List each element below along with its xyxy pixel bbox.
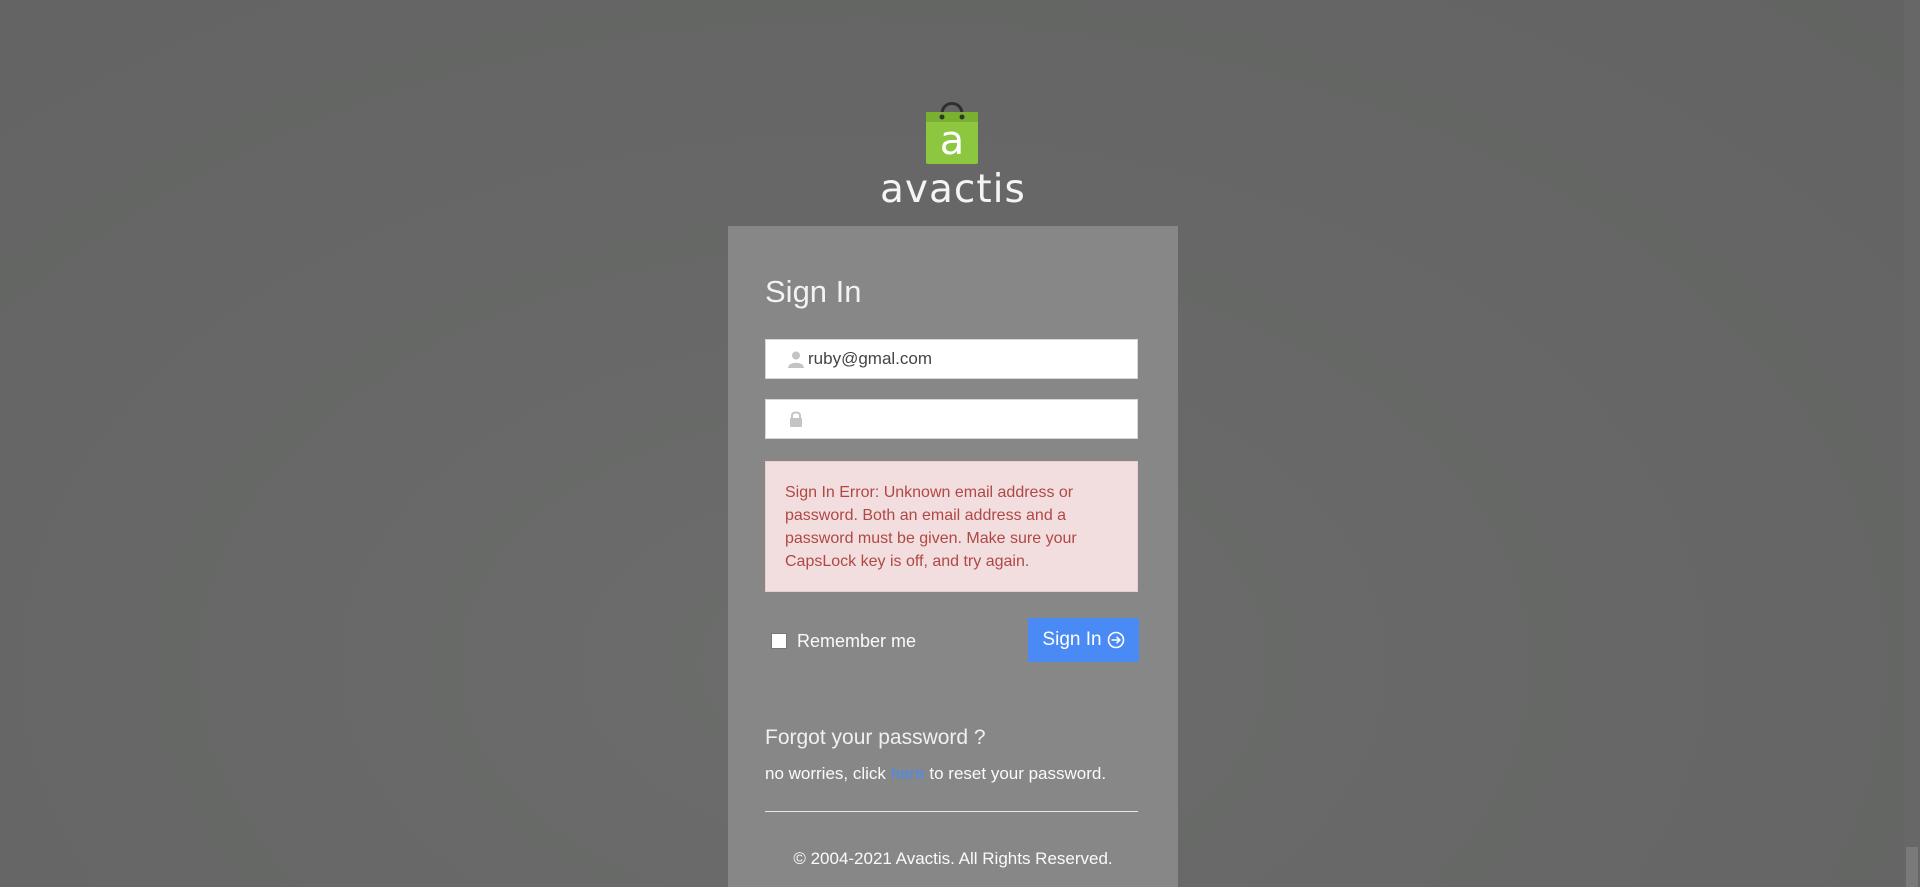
forgot-password-text: no worries, click here to reset your pas… [765,764,1106,784]
avactis-logo: a avactis [880,96,1026,212]
email-input[interactable] [808,340,1128,378]
sign-in-error-alert: Sign In Error: Unknown email address or … [765,461,1138,592]
divider [765,811,1138,812]
remember-me[interactable]: Remember me [771,629,916,653]
email-field[interactable] [765,339,1138,379]
shopping-bag-icon: a [926,102,978,164]
reset-password-link[interactable]: here [891,764,925,783]
logo-text: avactis [880,167,1026,212]
sign-in-button[interactable]: Sign In [1028,618,1139,662]
remember-me-label: Remember me [797,630,917,651]
svg-text:a: a [940,118,965,164]
password-field[interactable] [765,399,1138,439]
scrollbar-thumb[interactable] [1906,847,1918,887]
lock-icon [790,411,802,427]
arrow-circle-right-icon [1107,631,1124,649]
remember-me-checkbox[interactable] [771,633,787,649]
forgot-password-title: Forgot your password ? [765,726,986,749]
forgot-text-after: to reset your password. [924,764,1107,783]
sign-in-button-label: Sign In [1042,629,1102,650]
user-icon [788,351,804,368]
password-input[interactable] [808,400,1128,438]
forgot-text-before: no worries, click [765,764,891,783]
vertical-scrollbar[interactable] [1904,0,1920,887]
sign-in-title: Sign In [765,274,862,309]
sign-in-panel: Sign In Sign In Error: Unknown email add… [728,226,1178,887]
copyright-text: © 2004-2021 Avactis. All Rights Reserved… [793,849,1113,868]
